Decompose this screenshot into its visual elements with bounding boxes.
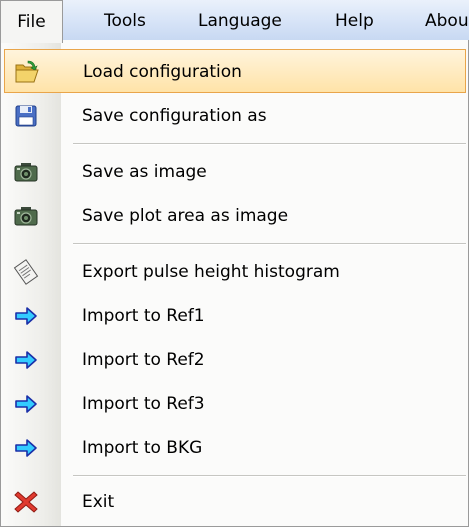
menu-item-label: Save as image	[82, 162, 207, 182]
arrow-right-icon	[13, 303, 39, 329]
menu-item-import-to-bkg[interactable]: Import to BKG	[4, 426, 466, 470]
menu-item-label: Import to Ref3	[82, 394, 205, 414]
menu-separator	[73, 243, 466, 245]
menu-language[interactable]: Language	[198, 0, 282, 42]
menu-item-import-to-ref3[interactable]: Import to Ref3	[4, 382, 466, 426]
close-icon	[13, 489, 39, 515]
menu-about[interactable]: Abou	[425, 0, 469, 42]
arrow-right-icon	[13, 391, 39, 417]
arrow-right-icon	[13, 435, 39, 461]
menu-item-save-as-image[interactable]: Save as image	[4, 150, 466, 194]
menu-item-label: Import to Ref2	[82, 350, 205, 370]
menu-tools[interactable]: Tools	[104, 0, 146, 42]
export-document-icon	[13, 259, 39, 285]
menu-item-export-pulse-height-histogram[interactable]: Export pulse height histogram	[4, 250, 466, 294]
menu-item-exit[interactable]: Exit	[4, 480, 466, 524]
menu-item-label: Exit	[82, 492, 115, 512]
camera-icon	[13, 203, 39, 229]
menu-item-save-configuration-as[interactable]: Save configuration as	[4, 94, 466, 138]
menu-item-import-to-ref1[interactable]: Import to Ref1	[4, 294, 466, 338]
arrow-right-icon	[13, 347, 39, 373]
menu-file[interactable]: File	[0, 0, 63, 43]
menu-item-label: Export pulse height histogram	[82, 262, 340, 282]
menu-item-save-plot-area-as-image[interactable]: Save plot area as image	[4, 194, 466, 238]
menu-item-label: Import to Ref1	[82, 306, 205, 326]
menu-separator	[73, 143, 466, 145]
menu-item-label: Load configuration	[83, 62, 242, 82]
menu-item-label: Save plot area as image	[82, 206, 289, 226]
menu-item-load-configuration[interactable]: Load configuration	[4, 49, 466, 93]
menu-separator	[73, 475, 466, 477]
file-dropdown-menu: Load configuration Save configuration as	[0, 40, 469, 527]
open-folder-icon	[14, 59, 40, 85]
menu-item-label: Save configuration as	[82, 106, 267, 126]
menu-help[interactable]: Help	[335, 0, 374, 42]
camera-icon	[13, 159, 39, 185]
menu-bar: File Tools Language Help Abou	[0, 0, 469, 43]
floppy-disk-icon	[13, 103, 39, 129]
menu-item-import-to-ref2[interactable]: Import to Ref2	[4, 338, 466, 382]
menu-item-label: Import to BKG	[82, 438, 203, 458]
